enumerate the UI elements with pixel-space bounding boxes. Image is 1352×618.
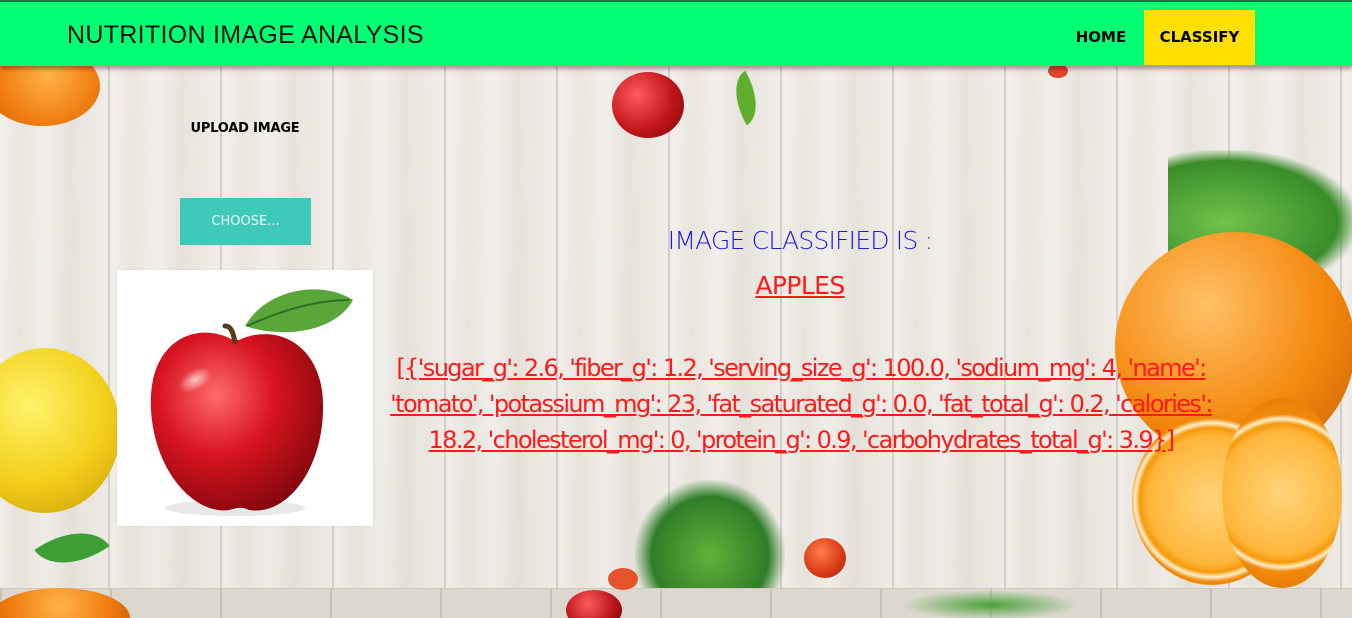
nav-home-link[interactable]: HOME [1058,10,1144,65]
top-navbar: NUTRITION IMAGE ANALYSIS HOME CLASSIFY [0,0,1352,66]
nav-classify-link[interactable]: CLASSIFY [1144,10,1255,65]
berry-decoration [608,568,638,590]
site-title: NUTRITION IMAGE ANALYSIS [67,21,424,49]
choose-file-button[interactable]: CHOOSE... [180,198,311,245]
cherry-decoration [612,72,684,138]
orange-slice-decoration [1222,398,1342,588]
leaves-decoration [635,480,785,588]
berry-decoration [804,538,846,578]
leaves-decoration [900,590,1080,618]
apple-image [150,289,353,516]
berry-decoration [1048,64,1068,78]
nutrition-info-text: [{'sugar_g': 2.6, 'fiber_g': 1.2, 'servi… [390,354,1213,454]
uploaded-image-preview [117,270,373,526]
classification-heading: IMAGE CLASSIFIED IS : [667,226,933,255]
upload-image-heading: UPLOAD IMAGE [190,121,300,136]
bottom-wood-strip [0,588,1352,618]
classification-result: APPLES [755,271,845,300]
